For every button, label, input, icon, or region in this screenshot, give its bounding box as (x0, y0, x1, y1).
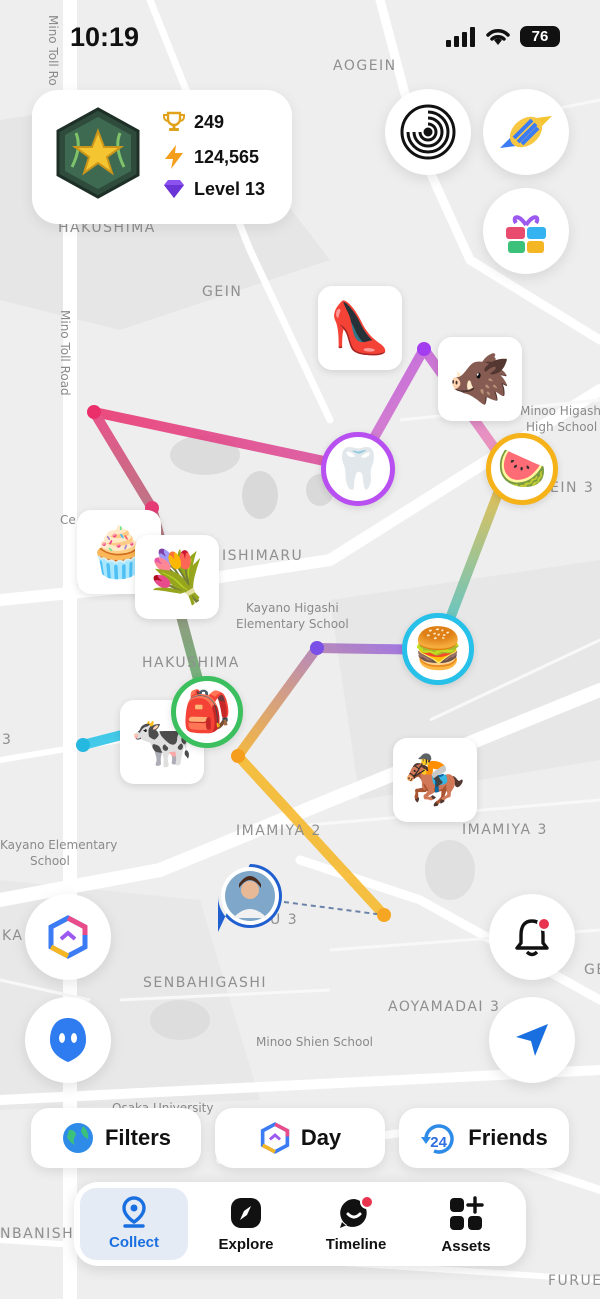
profile-card[interactable]: 249 124,565 Level 13 (32, 90, 292, 224)
map-label-mino-toll-road: Mino Toll Road (58, 310, 72, 396)
timeline-icon (340, 1196, 374, 1228)
wifi-icon (486, 28, 510, 45)
gift-button[interactable] (483, 188, 569, 274)
filters-label: Filters (104, 1125, 172, 1150)
route-node-backpack[interactable]: 🎒 (171, 676, 243, 748)
map-label-high-school: High School (526, 420, 598, 434)
map-label-3: 3 (2, 732, 13, 748)
map-label-elementary-school: Elementary School (236, 617, 349, 631)
hexagon-logo-icon (48, 915, 88, 959)
tab-collect[interactable]: Collect (80, 1188, 188, 1260)
candy-icon (500, 116, 552, 148)
horse-rider-icon: 🏇 (403, 752, 467, 808)
backpack-icon: 🎒 (182, 690, 232, 734)
level-stat: Level 13 (162, 178, 265, 200)
map-label-furue: FURUE (548, 1273, 600, 1289)
location-arrow-icon (516, 1024, 548, 1056)
ghost-icon (50, 1018, 86, 1062)
map-label-gein: GEIN (202, 284, 243, 300)
tab-assets[interactable]: Assets (412, 1188, 520, 1260)
map-label-ishimaru: ISHIMARU (222, 548, 304, 564)
filters-button[interactable]: Filters (31, 1108, 201, 1168)
boar-icon: 🐗 (448, 351, 512, 407)
tab-explore-label: Explore (218, 1236, 274, 1253)
gift-icon (506, 215, 546, 253)
ghost-button[interactable] (25, 997, 111, 1083)
spiral-button[interactable] (385, 89, 471, 175)
trophy-count: 249 (194, 111, 225, 132)
map-pin-icon (122, 1196, 146, 1228)
energy-stat: 124,565 (162, 144, 259, 170)
map-label-minoo-higashi: Minoo Higashi (520, 404, 600, 418)
map-label-mino-toll-road-top: Mino Toll Ro (46, 15, 60, 86)
day-label: Day (300, 1125, 342, 1150)
item-shoe[interactable]: 👠 (318, 286, 402, 370)
bottom-tab-bar: Collect Explore Timeline Assets (74, 1182, 526, 1266)
grid-plus-icon (450, 1196, 484, 1230)
friends-badge: 24 (430, 1134, 447, 1151)
map-label-ka: KA (2, 928, 24, 944)
level-label: Level 13 (194, 178, 266, 199)
map-label-senbahigashi: SENBAHIGASHI (143, 975, 268, 991)
user-location-pin[interactable] (215, 862, 285, 934)
trophy-stat: 249 (162, 110, 224, 134)
map-label-ce: Ce (60, 513, 76, 527)
map-label-nbanishi: NBANISHI (0, 1226, 80, 1242)
tab-timeline[interactable]: Timeline (302, 1188, 410, 1260)
tab-timeline-label: Timeline (325, 1236, 387, 1253)
globe-icon (62, 1123, 93, 1153)
trophy-icon (163, 111, 185, 131)
bell-icon (515, 917, 551, 957)
hexagon-logo-button[interactable] (25, 894, 111, 980)
energy-count: 124,565 (194, 146, 260, 167)
signal-icon (446, 26, 475, 47)
bouquet-icon: 💐 (145, 549, 209, 605)
lightning-icon (165, 145, 183, 169)
locate-me-button[interactable] (489, 997, 575, 1083)
map-label-imamiya2: IMAMIYA 2 (236, 823, 322, 839)
candy-button[interactable] (483, 89, 569, 175)
refresh-24-icon: 24 (420, 1121, 458, 1155)
map-label-ge: GE (584, 962, 600, 978)
avatar (218, 864, 282, 932)
status-icons: 76 (446, 26, 560, 47)
map-label-hakushima-mid: HAKUSHIMA (142, 655, 240, 671)
item-creature[interactable]: 🐗 (438, 337, 522, 421)
map-label-school: School (30, 854, 70, 868)
notifications-button[interactable] (489, 894, 575, 980)
diamond-icon (164, 180, 184, 198)
tab-collect-label: Collect (108, 1234, 159, 1251)
star-emblem-icon (56, 107, 140, 199)
map-label-ein3: EIN 3 (550, 480, 595, 496)
status-time: 10:19 (70, 22, 140, 52)
item-flowers[interactable]: 💐 (135, 535, 219, 619)
friends-label: Friends (468, 1125, 548, 1150)
battery-indicator: 76 (520, 26, 560, 47)
hexagon-day-icon (260, 1122, 289, 1154)
compass-icon (231, 1198, 261, 1228)
watermelon-icon: 🍉 (497, 447, 547, 491)
teeth-icon: 🦷 (333, 447, 383, 491)
burger-icon: 🍔 (413, 627, 463, 671)
item-horse[interactable]: 🏇 (393, 738, 477, 822)
map-label-kayano-higashi: Kayano Higashi (246, 601, 339, 615)
route-node-burger[interactable]: 🍔 (402, 613, 474, 685)
friends-button[interactable]: 24 Friends (399, 1108, 569, 1168)
tab-explore[interactable]: Explore (192, 1188, 300, 1260)
map-label-aoyamadai3: AOYAMADAI 3 (388, 999, 501, 1015)
day-button[interactable]: Day (215, 1108, 385, 1168)
map-label-minoo-shien: Minoo Shien School (256, 1035, 373, 1049)
spiral-icon (400, 104, 456, 160)
map-label-aogein: AOGEIN (333, 58, 397, 74)
map-label-imamiya3: IMAMIYA 3 (462, 822, 548, 838)
high-heel-icon: 👠 (328, 300, 392, 356)
map-label-kayano-elementary: Kayano Elementary (0, 838, 118, 852)
route-node-watermelon[interactable]: 🍉 (486, 433, 558, 505)
tab-assets-label: Assets (441, 1238, 491, 1255)
route-node-teeth[interactable]: 🦷 (321, 432, 395, 506)
